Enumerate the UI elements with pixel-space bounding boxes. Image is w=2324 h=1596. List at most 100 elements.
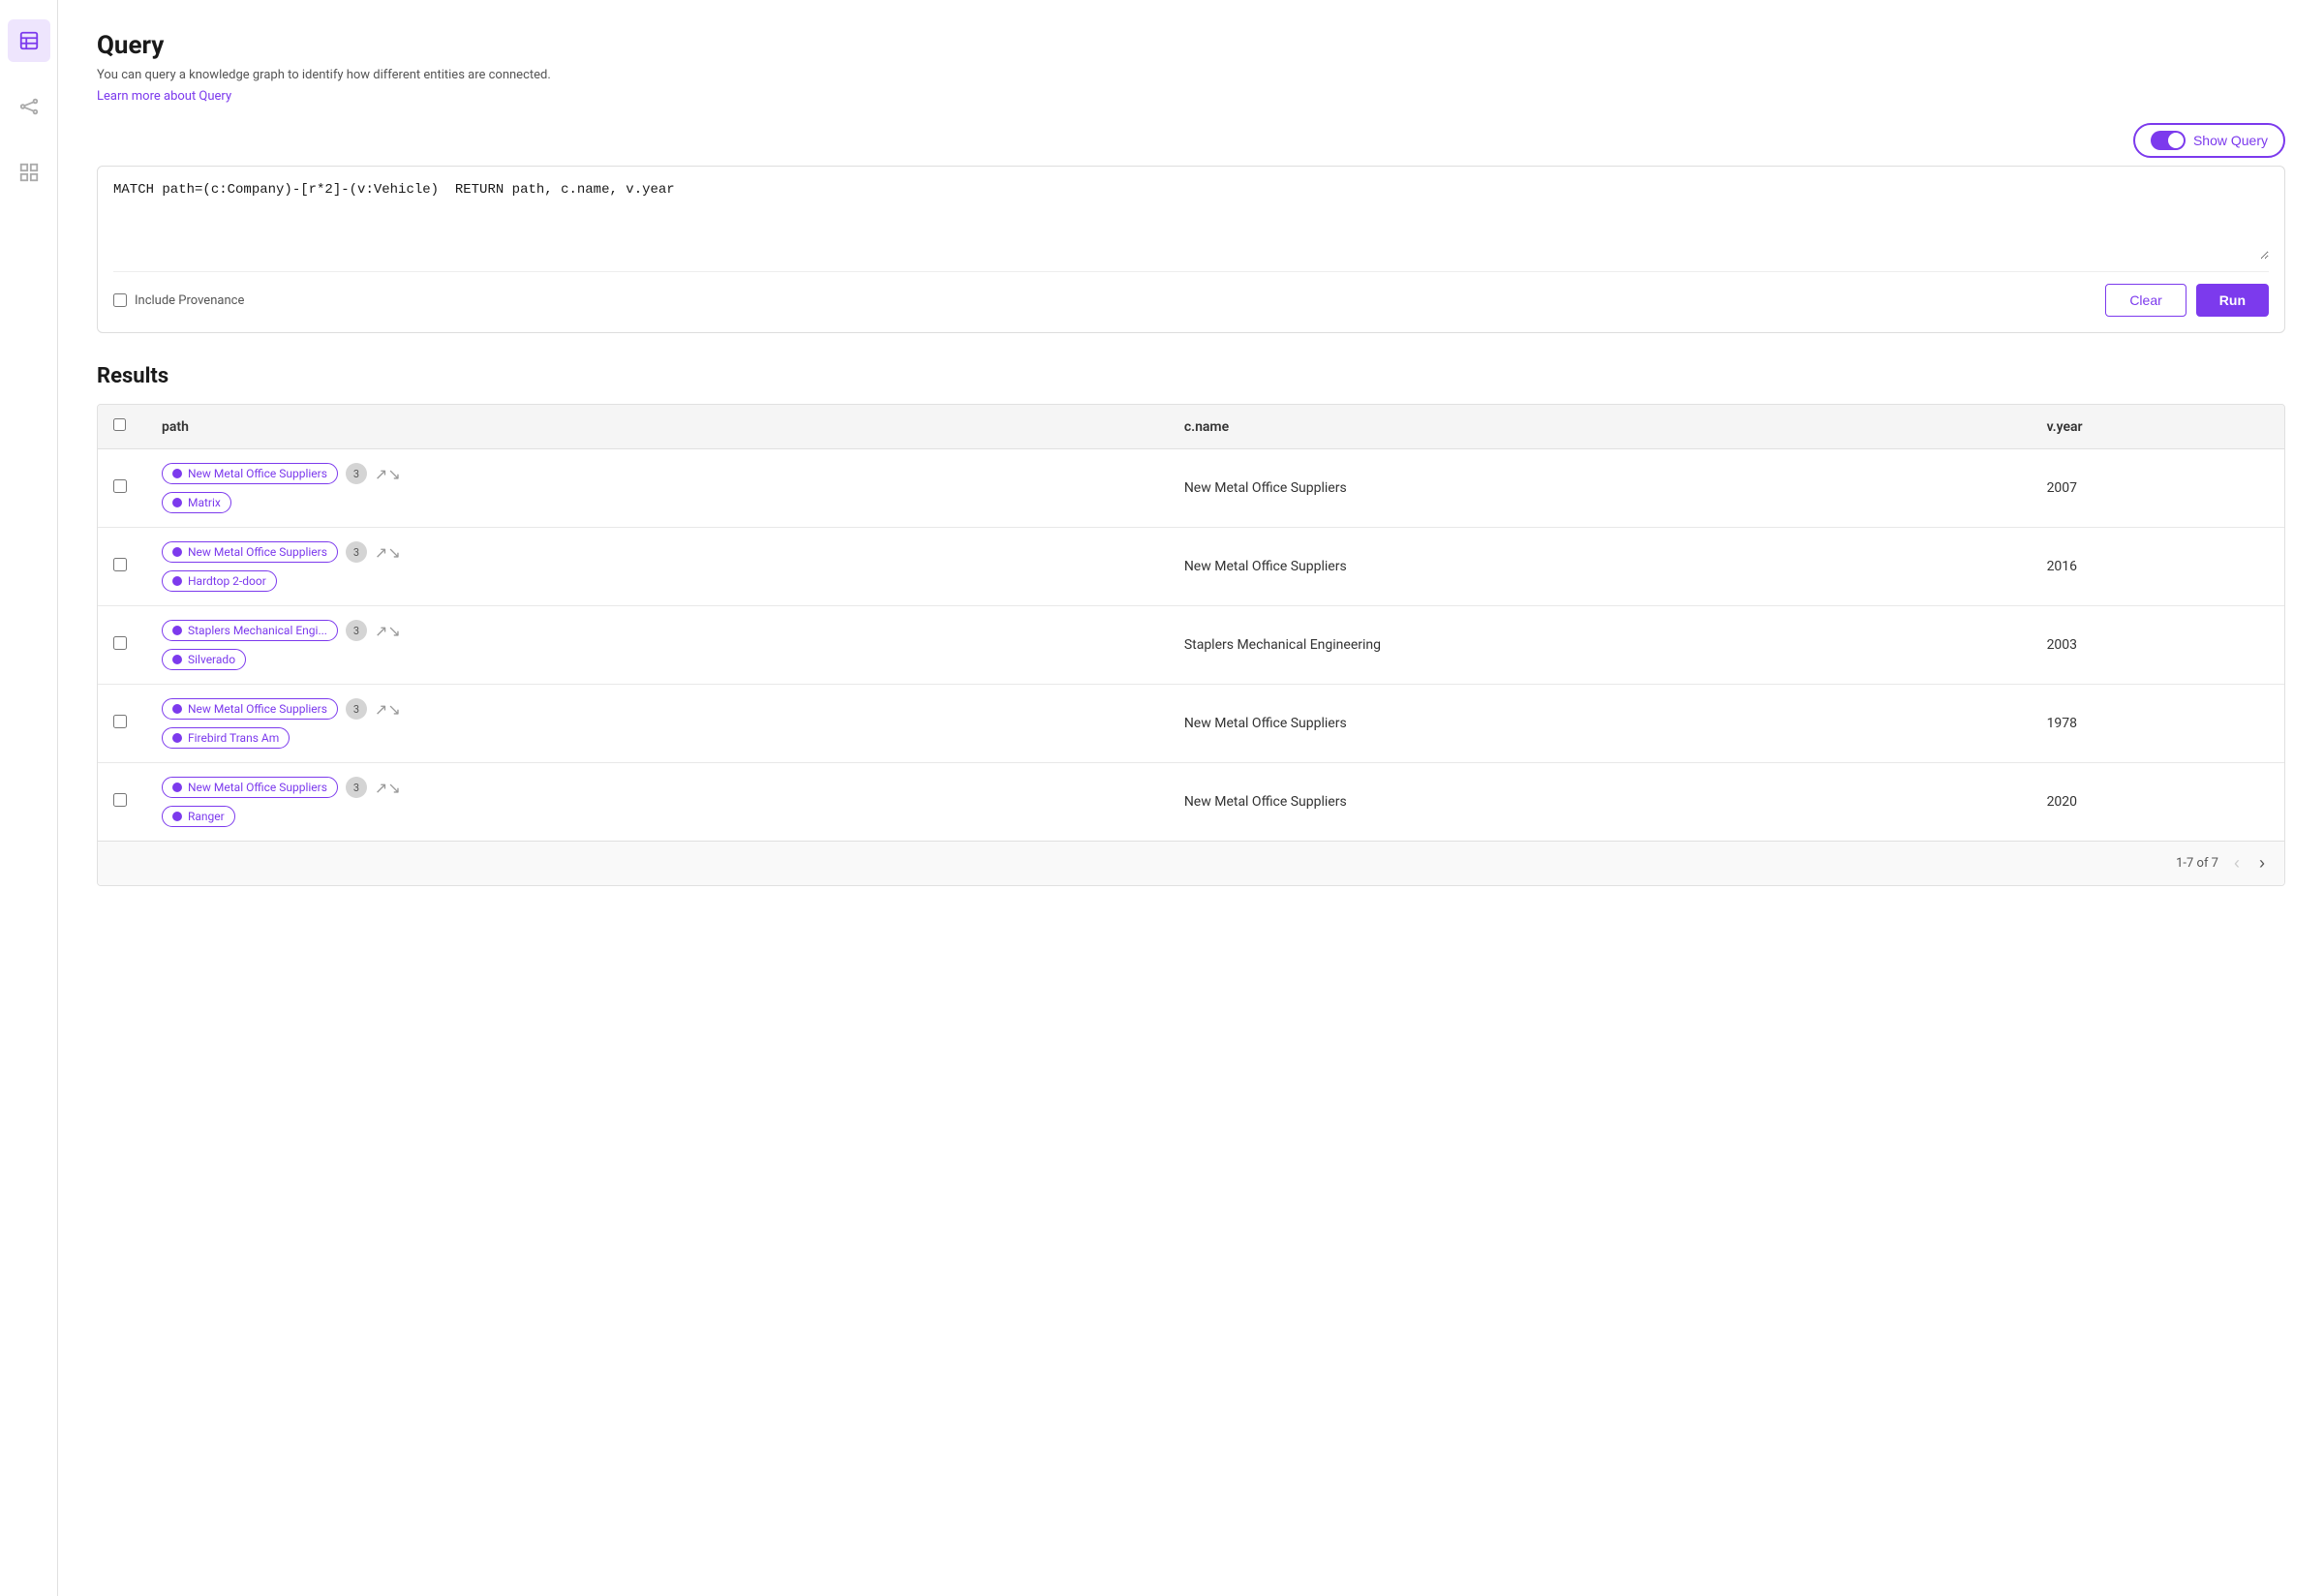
node-dot-vehicle bbox=[172, 655, 182, 664]
provenance-label[interactable]: Include Provenance bbox=[113, 293, 244, 308]
col-vyear: v.year bbox=[2032, 405, 2284, 449]
company-node-badge[interactable]: New Metal Office Suppliers bbox=[162, 698, 338, 720]
clear-button[interactable]: Clear bbox=[2105, 284, 2186, 317]
expand-path-icon[interactable]: ↗↘ bbox=[375, 700, 401, 719]
row-select-checkbox[interactable] bbox=[113, 479, 127, 493]
vyear-cell: 2003 bbox=[2032, 606, 2284, 685]
path-row-vehicle: Silverado bbox=[162, 649, 1153, 670]
next-page-button[interactable]: › bbox=[2255, 853, 2269, 874]
sidebar-item-layout[interactable] bbox=[8, 151, 50, 194]
company-node-badge[interactable]: New Metal Office Suppliers bbox=[162, 777, 338, 798]
expand-path-icon[interactable]: ↗↘ bbox=[375, 622, 401, 640]
vehicle-node-badge[interactable]: Matrix bbox=[162, 492, 231, 513]
cname-cell: New Metal Office Suppliers bbox=[1169, 763, 2032, 842]
row-checkbox-cell bbox=[98, 449, 146, 528]
table-row: Staplers Mechanical Engi...3↗↘SilveradoS… bbox=[98, 606, 2284, 685]
node-dot-company bbox=[172, 783, 182, 792]
table-row: New Metal Office Suppliers 3 ↗↘ Firebird Tr… bbox=[98, 685, 2284, 763]
results-table-container: path c.name v.year New Metal Office Supp… bbox=[97, 404, 2285, 886]
select-all-header[interactable] bbox=[98, 405, 146, 449]
results-table: path c.name v.year New Metal Office Supp… bbox=[98, 405, 2284, 841]
path-count-badge[interactable]: 3 bbox=[346, 463, 367, 484]
prev-page-button[interactable]: ‹ bbox=[2230, 853, 2244, 874]
query-section: Show Query Include Provenance Clear Run bbox=[97, 123, 2285, 333]
cname-cell: New Metal Office Suppliers bbox=[1169, 449, 2032, 528]
row-checkbox-cell bbox=[98, 528, 146, 606]
query-box: Include Provenance Clear Run bbox=[97, 166, 2285, 333]
vyear-cell: 1978 bbox=[2032, 685, 2284, 763]
company-node-badge[interactable]: New Metal Office Suppliers bbox=[162, 463, 338, 484]
toggle-thumb bbox=[2168, 133, 2184, 148]
vehicle-node-badge[interactable]: Ranger bbox=[162, 806, 235, 827]
path-count-badge[interactable]: 3 bbox=[346, 698, 367, 720]
header-row: path c.name v.year bbox=[98, 405, 2284, 449]
select-all-checkbox[interactable] bbox=[113, 418, 126, 431]
subtitle: You can query a knowledge graph to ident… bbox=[97, 68, 2285, 82]
path-row-company: New Metal Office Suppliers 3 ↗↘ bbox=[162, 541, 1153, 563]
row-select-checkbox[interactable] bbox=[113, 558, 127, 571]
pagination: 1-7 of 7 ‹ › bbox=[98, 841, 2284, 885]
cname-cell: Staplers Mechanical Engineering bbox=[1169, 606, 2032, 685]
page-title: Query bbox=[97, 31, 2285, 60]
path-cell: New Metal Office Suppliers 3 ↗↘ Ranger bbox=[146, 763, 1169, 842]
path-count-badge[interactable]: 3 bbox=[346, 777, 367, 798]
path-cell: Staplers Mechanical Engi... 3 ↗↘ Silverado bbox=[146, 606, 1169, 685]
table-row: New Metal Office Suppliers 3 ↗↘ Hardtop 2-d… bbox=[98, 528, 2284, 606]
path-count-badge[interactable]: 3 bbox=[346, 620, 367, 641]
vehicle-node-badge[interactable]: Hardtop 2-door bbox=[162, 570, 277, 592]
node-dot-company bbox=[172, 626, 182, 635]
query-input[interactable] bbox=[113, 182, 2269, 260]
table-header: path c.name v.year bbox=[98, 405, 2284, 449]
layout-icon bbox=[18, 162, 40, 183]
provenance-checkbox[interactable] bbox=[113, 293, 127, 307]
sidebar-item-graph[interactable] bbox=[8, 85, 50, 128]
node-dot-company bbox=[172, 704, 182, 714]
run-button[interactable]: Run bbox=[2196, 284, 2269, 317]
node-dot-company bbox=[172, 469, 182, 478]
row-checkbox-cell bbox=[98, 606, 146, 685]
vehicle-node-badge[interactable]: Firebird Trans Am bbox=[162, 727, 290, 749]
path-row-vehicle: Hardtop 2-door bbox=[162, 570, 1153, 592]
path-row-vehicle: Firebird Trans Am bbox=[162, 727, 1153, 749]
table-row: New Metal Office Suppliers3↗↘MatrixNew M… bbox=[98, 449, 2284, 528]
expand-path-icon[interactable]: ↗↘ bbox=[375, 779, 401, 797]
vehicle-node-badge[interactable]: Silverado bbox=[162, 649, 246, 670]
node-dot-vehicle bbox=[172, 733, 182, 743]
col-path: path bbox=[146, 405, 1169, 449]
row-checkbox-cell bbox=[98, 685, 146, 763]
results-section: Results path c.name v.year bbox=[97, 364, 2285, 886]
company-node-badge[interactable]: New Metal Office Suppliers bbox=[162, 541, 338, 563]
path-row-company: New Metal Office Suppliers 3 ↗↘ bbox=[162, 777, 1153, 798]
cname-cell: New Metal Office Suppliers bbox=[1169, 685, 2032, 763]
node-dot-vehicle bbox=[172, 498, 182, 507]
path-count-badge[interactable]: 3 bbox=[346, 541, 367, 563]
col-cname: c.name bbox=[1169, 405, 2032, 449]
query-header: Show Query bbox=[97, 123, 2285, 158]
node-dot-company bbox=[172, 547, 182, 557]
provenance-text: Include Provenance bbox=[135, 293, 244, 308]
path-cell: New Metal Office Suppliers 3 ↗↘ Hardtop 2-d… bbox=[146, 528, 1169, 606]
table-icon bbox=[18, 30, 40, 51]
query-footer: Include Provenance Clear Run bbox=[113, 271, 2269, 317]
table-row: New Metal Office Suppliers3↗↘RangerNew M… bbox=[98, 763, 2284, 842]
show-query-toggle[interactable]: Show Query bbox=[2133, 123, 2285, 158]
toggle-label: Show Query bbox=[2193, 133, 2268, 148]
vyear-cell: 2020 bbox=[2032, 763, 2284, 842]
row-select-checkbox[interactable] bbox=[113, 793, 127, 807]
path-row-company: New Metal Office Suppliers 3 ↗↘ bbox=[162, 698, 1153, 720]
vyear-cell: 2007 bbox=[2032, 449, 2284, 528]
cname-cell: New Metal Office Suppliers bbox=[1169, 528, 2032, 606]
learn-more-link[interactable]: Learn more about Query bbox=[97, 89, 231, 104]
path-cell: New Metal Office Suppliers 3 ↗↘ Firebird Tr… bbox=[146, 685, 1169, 763]
path-row-company: New Metal Office Suppliers 3 ↗↘ bbox=[162, 463, 1153, 484]
row-select-checkbox[interactable] bbox=[113, 636, 127, 650]
path-cell: New Metal Office Suppliers 3 ↗↘ Matrix bbox=[146, 449, 1169, 528]
expand-path-icon[interactable]: ↗↘ bbox=[375, 543, 401, 562]
sidebar-item-table[interactable] bbox=[8, 19, 50, 62]
company-node-badge[interactable]: Staplers Mechanical Engi... bbox=[162, 620, 338, 641]
row-select-checkbox[interactable] bbox=[113, 715, 127, 728]
graph-icon bbox=[18, 96, 40, 117]
expand-path-icon[interactable]: ↗↘ bbox=[375, 465, 401, 483]
vyear-cell: 2016 bbox=[2032, 528, 2284, 606]
node-dot-vehicle bbox=[172, 576, 182, 586]
